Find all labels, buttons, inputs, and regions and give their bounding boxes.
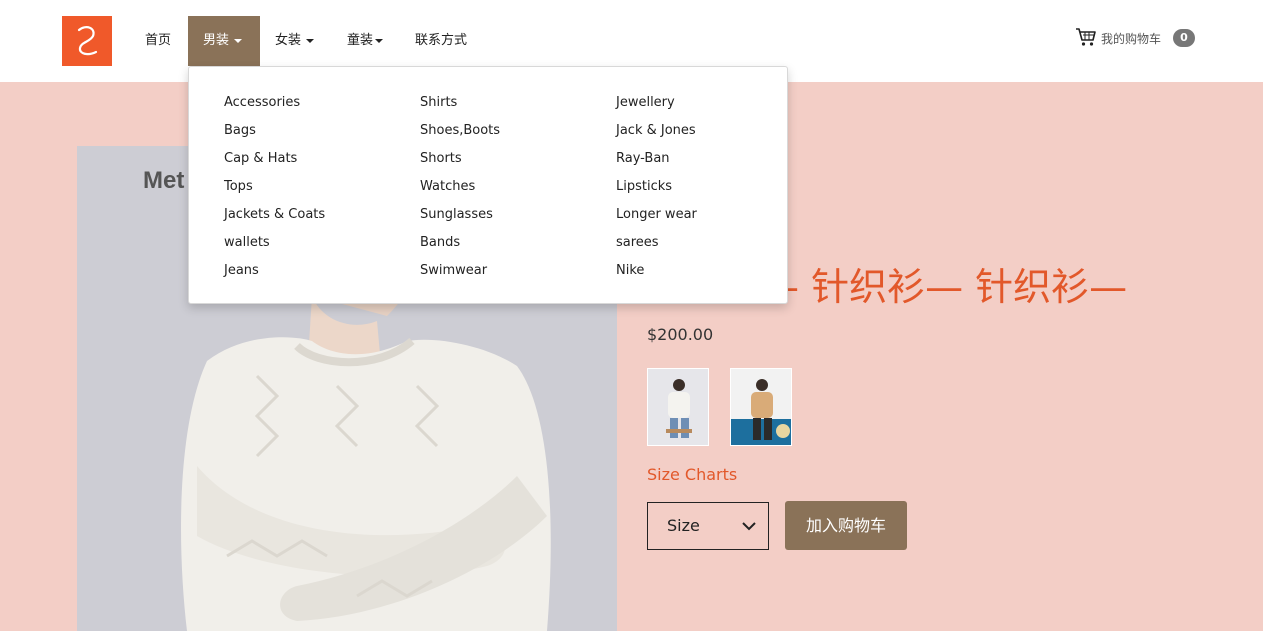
dropdown-item[interactable]: Tops	[224, 175, 325, 203]
product-price: $200.00	[647, 325, 714, 344]
dropdown-item[interactable]: Shirts	[420, 91, 500, 119]
brand-logo[interactable]	[62, 16, 112, 66]
dropdown-item[interactable]: Nike	[616, 259, 697, 287]
cart-label: 我的购物车	[1101, 32, 1162, 46]
add-to-cart-button[interactable]: 加入购物车	[785, 501, 907, 550]
dropdown-item[interactable]: Lipsticks	[616, 175, 697, 203]
dropdown-item[interactable]: Watches	[420, 175, 500, 203]
dropdown-column-3: Jewellery Jack & Jones Ray-Ban Lipsticks…	[616, 91, 697, 287]
menswear-dropdown-menu: Accessories Bags Cap & Hats Tops Jackets…	[188, 66, 788, 304]
nav-home-label: 首页	[145, 33, 172, 48]
dropdown-item[interactable]: Cap & Hats	[224, 147, 325, 175]
image-brand-text: Met	[143, 167, 184, 194]
dropdown-item[interactable]: Ray-Ban	[616, 147, 697, 175]
nav-womenswear[interactable]: 女装	[275, 16, 315, 66]
dropdown-item[interactable]: Accessories	[224, 91, 325, 119]
dropdown-item[interactable]: Shorts	[420, 147, 500, 175]
size-select-value: Size	[667, 516, 700, 535]
dropdown-item[interactable]: Jewellery	[616, 91, 697, 119]
nav-menswear[interactable]: 男装	[188, 16, 260, 66]
nav-home[interactable]: 首页	[145, 16, 171, 66]
nav-womenswear-label: 女装	[275, 33, 302, 48]
caret-down-icon	[375, 38, 384, 43]
dropdown-item[interactable]: Longer wear	[616, 203, 697, 231]
nav-menswear-label: 男装	[203, 33, 230, 48]
nav-kidswear-label: 童装	[347, 33, 374, 48]
product-thumbnail-1[interactable]	[647, 368, 709, 446]
caret-down-icon	[234, 38, 243, 43]
dropdown-item[interactable]: wallets	[224, 231, 325, 259]
dropdown-item[interactable]: Bags	[224, 119, 325, 147]
shopping-cart-icon	[1076, 28, 1096, 46]
nav-kidswear[interactable]: 童装	[347, 16, 384, 66]
dropdown-item[interactable]: Jackets & Coats	[224, 203, 325, 231]
size-charts-link[interactable]: Size Charts	[647, 465, 737, 484]
dropdown-item[interactable]: sarees	[616, 231, 697, 259]
dropdown-item[interactable]: Sunglasses	[420, 203, 500, 231]
dropdown-column-2: Shirts Shoes,Boots Shorts Watches Sungla…	[420, 91, 500, 287]
product-thumbnail-2[interactable]	[730, 368, 792, 446]
logo-glyph-icon	[77, 26, 98, 56]
dropdown-column-1: Accessories Bags Cap & Hats Tops Jackets…	[224, 91, 325, 287]
nav-contact-label: 联系方式	[415, 33, 468, 48]
dropdown-item[interactable]: Jeans	[224, 259, 325, 287]
size-select[interactable]: Size	[647, 502, 769, 550]
chevron-down-icon	[742, 522, 756, 531]
nav-contact[interactable]: 联系方式	[415, 16, 467, 66]
caret-down-icon	[306, 38, 315, 43]
dropdown-item[interactable]: Jack & Jones	[616, 119, 697, 147]
cart-count-badge: 0	[1173, 29, 1195, 47]
dropdown-item[interactable]: Shoes,Boots	[420, 119, 500, 147]
dropdown-item[interactable]: Bands	[420, 231, 500, 259]
dropdown-item[interactable]: Swimwear	[420, 259, 500, 287]
